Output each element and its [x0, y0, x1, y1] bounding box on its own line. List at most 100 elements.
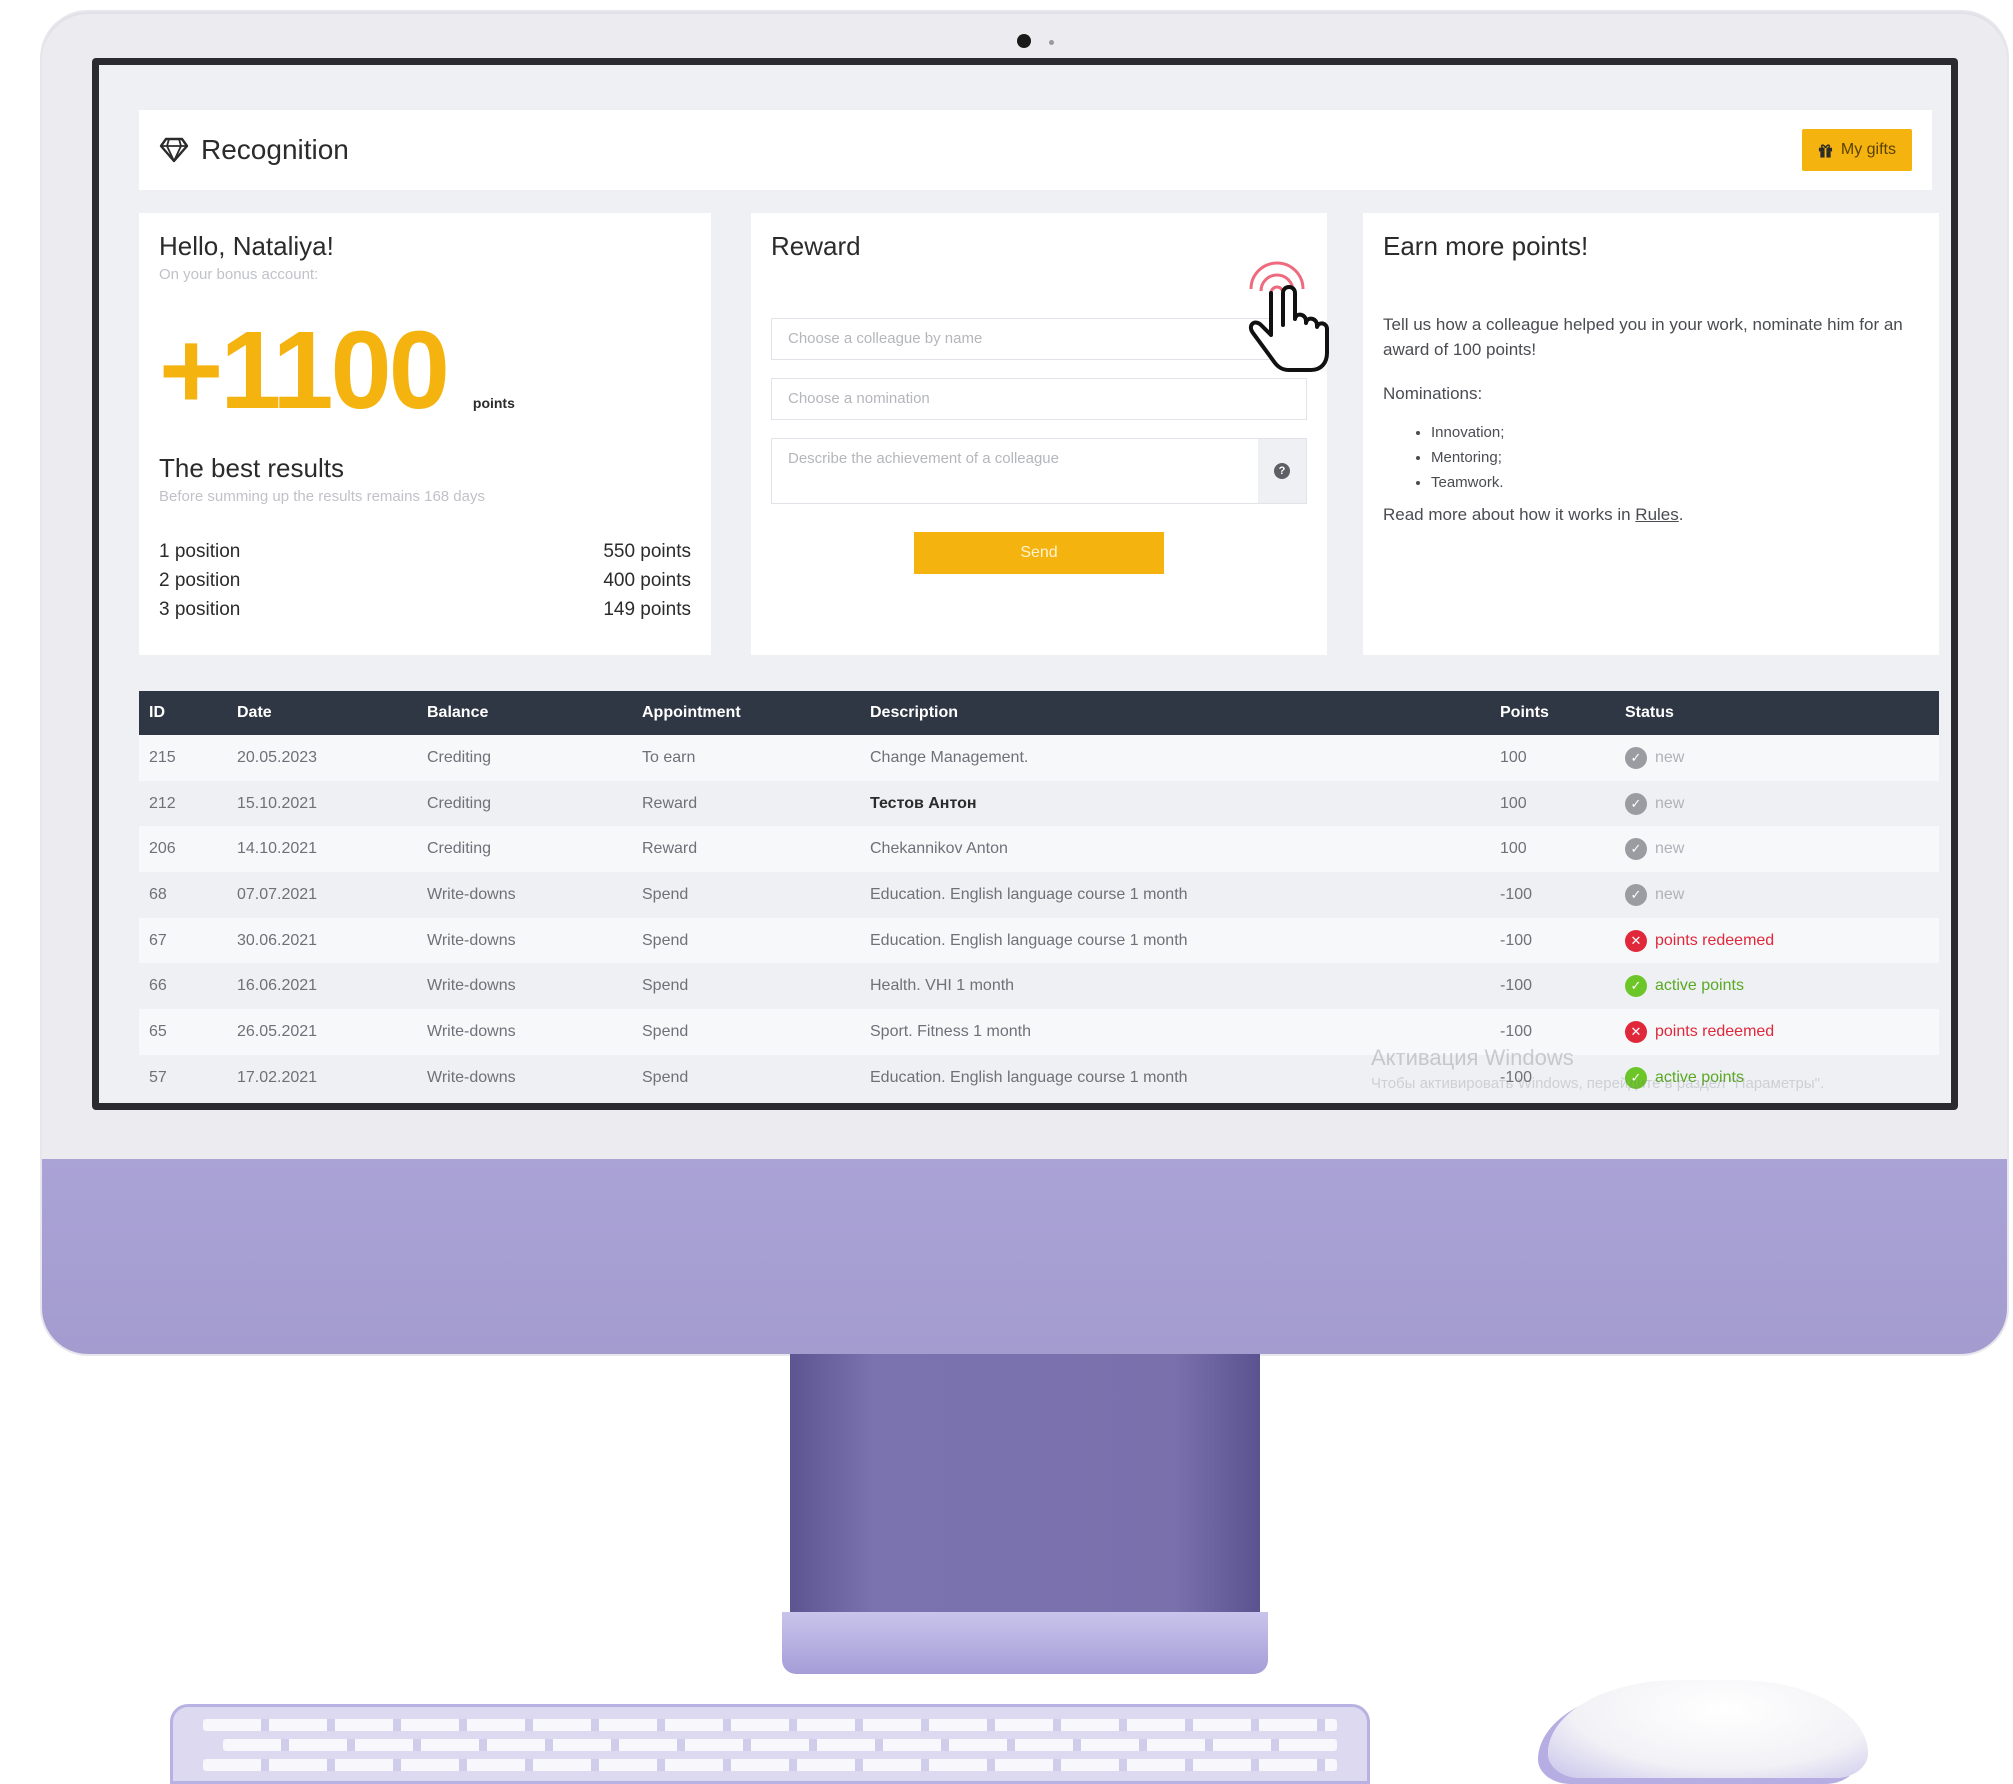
- top-bar: Recognition My gifts: [139, 110, 1932, 190]
- cell-balance: Write-downs: [427, 1022, 516, 1040]
- cell-id: 65: [149, 1022, 167, 1040]
- cell-date: 16.06.2021: [237, 977, 318, 995]
- nomination-item: Teamwork.: [1431, 470, 1919, 495]
- balance-display: +1100 points: [159, 309, 691, 432]
- cell-id: 212: [149, 794, 176, 812]
- column-header-points[interactable]: Points: [1490, 691, 1615, 735]
- cell-date: 26.05.2021: [237, 1022, 318, 1040]
- table-row[interactable]: 66 16.06.2021 Write-downs Spend Health. VHI …: [139, 963, 1939, 1010]
- gift-icon: [1818, 143, 1832, 158]
- cell-appointment: Spend: [642, 885, 689, 903]
- status-label: new: [1655, 794, 1685, 812]
- status-badge: ✕ points redeemed: [1625, 929, 1775, 952]
- cell-balance: Write-downs: [427, 931, 516, 949]
- status-badge: ✓ active points: [1625, 975, 1744, 998]
- cell-appointment: Spend: [642, 931, 689, 949]
- cell-id: 67: [149, 931, 167, 949]
- cell-balance: Crediting: [427, 794, 492, 812]
- check-circle-icon: ✓: [1625, 746, 1647, 769]
- status-label: active points: [1655, 977, 1744, 995]
- rank-row: 3 position 149 points: [159, 599, 691, 628]
- rank-points: 400 points: [603, 570, 691, 591]
- key-row: [203, 1759, 1337, 1771]
- table-row[interactable]: 68 07.07.2021 Write-downs Spend Education. E…: [139, 872, 1939, 918]
- nominations-label: Nominations:: [1383, 384, 1483, 403]
- question-icon: ?: [1274, 463, 1290, 479]
- cell-balance: Crediting: [427, 840, 492, 858]
- balance-subtitle: On your bonus account:: [159, 266, 319, 283]
- table-row[interactable]: 65 26.05.2021 Write-downs Spend Sport. Fitne…: [139, 1009, 1939, 1055]
- cell-appointment: Spend: [642, 1068, 689, 1086]
- cell-id: 57: [149, 1068, 167, 1086]
- pointer-hand-icon: [1248, 261, 1329, 372]
- cell-points: -100: [1500, 977, 1533, 995]
- rules-suffix: .: [1678, 505, 1684, 524]
- cell-balance: Write-downs: [427, 1068, 516, 1086]
- points-unit: points: [472, 395, 515, 411]
- app-title: Recognition: [201, 134, 349, 165]
- rank-row: 1 position 550 points: [159, 541, 691, 570]
- camera-icon: [1017, 34, 1031, 48]
- brand[interactable]: Recognition: [159, 134, 349, 166]
- rules-link[interactable]: Rules: [1635, 505, 1678, 524]
- cell-appointment: To earn: [642, 748, 696, 766]
- table-row[interactable]: 212 15.10.2021 Crediting Reward Тестов Антон…: [139, 780, 1939, 827]
- send-button[interactable]: Send: [914, 532, 1164, 574]
- cell-appointment: Spend: [642, 977, 689, 995]
- nomination-placeholder: Choose a nomination: [788, 390, 930, 407]
- cell-status: ✕ points redeemed: [1615, 1009, 1939, 1055]
- column-header-status[interactable]: Status: [1615, 691, 1939, 735]
- cell-date: 20.05.2023: [237, 748, 318, 766]
- cell-date: 30.06.2021: [237, 931, 318, 949]
- imac-monitor: Recognition My gifts Hello, Nataliya! On…: [42, 12, 2007, 1354]
- earn-description: Tell us how a colleague helped you in yo…: [1383, 315, 1903, 359]
- rules-text: Read more about how it works in: [1383, 505, 1631, 524]
- status-label: points redeemed: [1655, 931, 1775, 949]
- table-row[interactable]: 215 20.05.2023 Crediting To earn Change Mana…: [139, 735, 1939, 781]
- cell-status: ✓ new: [1615, 735, 1939, 781]
- monitor-chin: [42, 1159, 2007, 1354]
- rank-position: 1 position: [159, 541, 241, 562]
- status-badge: ✓ new: [1625, 883, 1685, 906]
- status-badge: ✓ new: [1625, 746, 1685, 769]
- colleague-select[interactable]: Choose a colleague by name: [771, 318, 1307, 360]
- column-header-appointment[interactable]: Appointment: [632, 691, 860, 735]
- keyboard: [170, 1704, 1370, 1784]
- achievement-textarea[interactable]: Describe the achievement of a colleague …: [771, 438, 1307, 504]
- cell-description: Change Management.: [870, 748, 1029, 766]
- status-label: new: [1655, 748, 1685, 766]
- column-header-id[interactable]: ID: [139, 691, 227, 735]
- cell-date: 17.02.2021: [237, 1068, 318, 1086]
- key-row: [203, 1719, 1337, 1731]
- rank-position: 2 position: [159, 570, 241, 591]
- cell-id: 215: [149, 748, 176, 766]
- reward-title: Reward: [771, 231, 861, 261]
- points-value: +1100: [159, 309, 450, 432]
- colleague-placeholder: Choose a colleague by name: [788, 330, 983, 347]
- help-button[interactable]: ?: [1258, 439, 1306, 503]
- cell-status: ✓ new: [1615, 872, 1939, 918]
- table-header-row: ID Date Balance Appointment Description …: [139, 691, 1939, 735]
- cell-points: 100: [1500, 748, 1527, 766]
- status-label: new: [1655, 885, 1685, 903]
- cell-id: 206: [149, 840, 176, 858]
- nomination-item: Mentoring;: [1431, 445, 1919, 470]
- windows-activation-hint: Чтобы активировать Windows, перейдите в …: [1371, 1075, 1825, 1092]
- column-header-balance[interactable]: Balance: [417, 691, 632, 735]
- column-header-description[interactable]: Description: [860, 691, 1490, 735]
- monitor-stand: [790, 1354, 1260, 1612]
- cross-circle-icon: ✕: [1625, 929, 1647, 952]
- cell-date: 15.10.2021: [237, 794, 318, 812]
- check-circle-icon: ✓: [1625, 883, 1647, 906]
- balance-card: Hello, Nataliya! On your bonus account: …: [139, 213, 711, 655]
- cell-appointment: Spend: [642, 1022, 689, 1040]
- table-row[interactable]: 206 14.10.2021 Crediting Reward Chekannikov …: [139, 826, 1939, 873]
- nomination-select[interactable]: Choose a nomination: [771, 378, 1307, 420]
- nominations-list: Innovation; Mentoring; Teamwork.: [1383, 420, 1919, 495]
- status-badge: ✕ points redeemed: [1625, 1020, 1774, 1043]
- cell-description: Education. English language course 1 mon…: [870, 931, 1188, 949]
- my-gifts-button[interactable]: My gifts: [1801, 129, 1912, 171]
- table-row[interactable]: 67 30.06.2021 Write-downs Spend Education. E…: [139, 917, 1939, 964]
- column-header-date[interactable]: Date: [227, 691, 417, 735]
- cell-id: 66: [149, 977, 167, 995]
